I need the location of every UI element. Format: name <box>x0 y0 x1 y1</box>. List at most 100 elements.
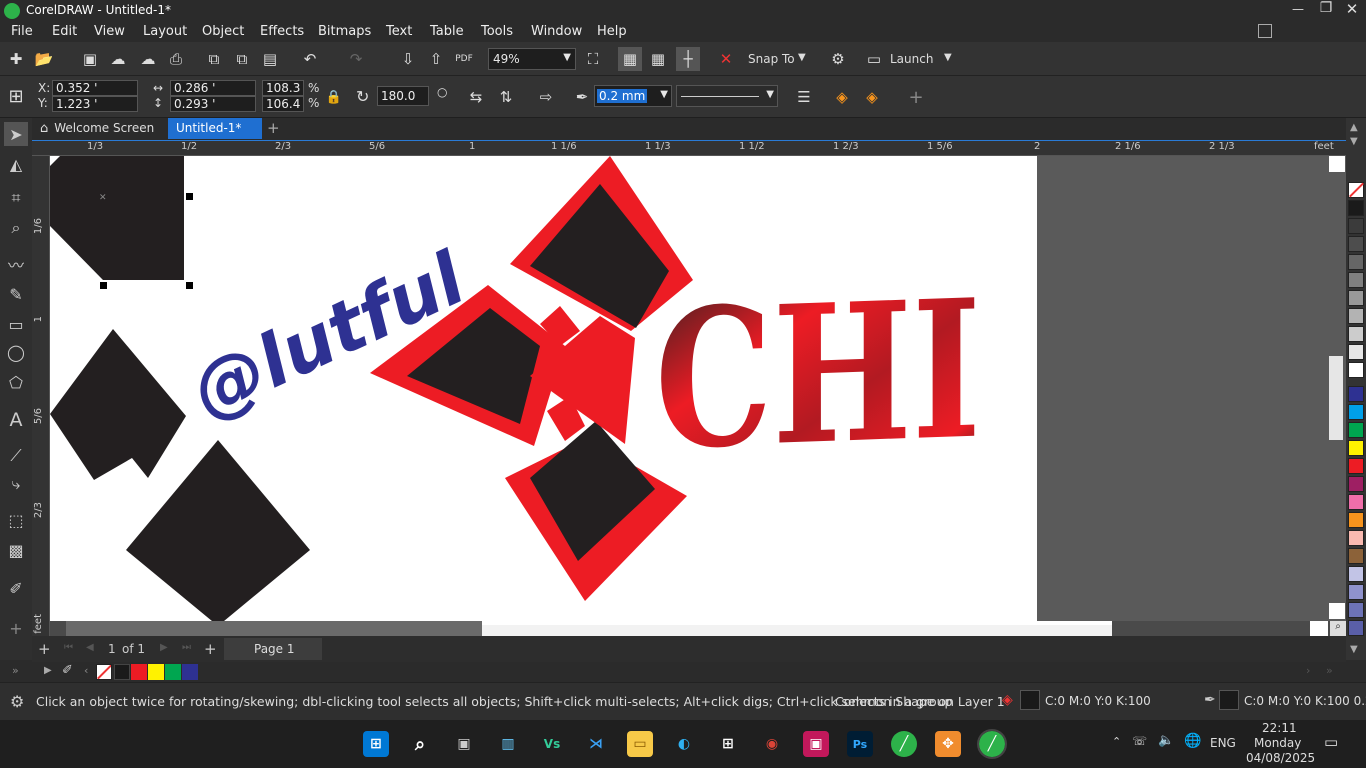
flyout-icon[interactable]: ▼ <box>1350 136 1358 147</box>
start-arrowhead-icon[interactable]: ⇨ <box>534 85 558 109</box>
zoom-tool-icon[interactable]: ⌕ <box>4 216 28 240</box>
color-swatch[interactable] <box>1348 566 1364 582</box>
language-indicator[interactable]: ENG <box>1210 736 1236 750</box>
gear-icon[interactable]: ⚙ <box>826 47 850 71</box>
show-rulers-icon[interactable]: ▦ <box>618 47 642 71</box>
new-tab-button[interactable]: + <box>262 118 284 139</box>
menu-layout[interactable]: Layout <box>143 24 187 39</box>
no-color-swatch[interactable] <box>1348 182 1364 198</box>
pick-tool-icon[interactable]: ➤ <box>4 122 28 146</box>
no-color-swatch[interactable] <box>96 664 112 680</box>
launch-dropdown-icon[interactable]: ▼ <box>944 52 952 63</box>
expand-icon[interactable]: » <box>12 664 19 677</box>
app-icon[interactable]: Vs <box>539 731 565 757</box>
color-swatch[interactable] <box>165 664 181 680</box>
color-swatch[interactable] <box>1348 620 1364 636</box>
selection-handle[interactable] <box>186 193 193 200</box>
clock-day[interactable]: Monday <box>1254 736 1301 750</box>
show-guidelines-icon[interactable]: ┼ <box>676 47 700 71</box>
color-swatch[interactable] <box>114 664 130 680</box>
rotation-field[interactable]: 180.0 <box>377 86 429 106</box>
gear-icon[interactable]: ⚙ <box>10 692 24 711</box>
close-button[interactable]: ✕ <box>1342 0 1362 18</box>
cloud-download-icon[interactable]: ☁ <box>136 47 160 71</box>
mirror-vertical-icon[interactable]: ⇅ <box>494 85 518 109</box>
horizontal-scrollbar[interactable]: ⌕ <box>50 621 1346 636</box>
chrome-icon[interactable]: ◉ <box>759 731 785 757</box>
volume-icon[interactable]: 🔈 <box>1158 733 1174 748</box>
color-swatch[interactable] <box>1348 200 1364 216</box>
add-icon[interactable]: + <box>904 85 928 109</box>
color-swatch[interactable] <box>1348 584 1364 600</box>
launch-button[interactable]: Launch <box>890 52 933 66</box>
show-grid-icon[interactable]: ▦ <box>646 47 670 71</box>
envelope-tool-icon[interactable]: ⬚ <box>4 508 28 532</box>
color-swatch[interactable] <box>131 664 147 680</box>
redo-icon[interactable]: ↷ <box>344 47 368 71</box>
y-position-field[interactable]: 1.223 ' <box>52 96 138 112</box>
menu-object[interactable]: Object <box>202 24 244 39</box>
reference-point-icon[interactable]: ⊞ <box>4 84 28 108</box>
height-field[interactable]: 0.293 ' <box>170 96 256 112</box>
clock-time[interactable]: 22:11 <box>1262 721 1297 735</box>
save-icon[interactable]: ▣ <box>78 47 102 71</box>
menu-view[interactable]: View <box>94 24 125 39</box>
network-icon[interactable]: ☏ <box>1132 734 1147 748</box>
globe-icon[interactable]: 🌐 <box>1184 733 1201 749</box>
full-screen-icon[interactable]: ⛶ <box>581 47 605 71</box>
menu-table[interactable]: Table <box>430 24 464 39</box>
task-view-icon[interactable]: ▣ <box>451 731 477 757</box>
width-field[interactable]: 0.286 ' <box>170 80 256 96</box>
outline-color-swatch[interactable] <box>1219 690 1239 710</box>
ellipse-tool-icon[interactable]: ◯ <box>4 340 28 364</box>
menu-bitmaps[interactable]: Bitmaps <box>318 24 371 39</box>
color-swatch[interactable] <box>1348 458 1364 474</box>
puzzle-app-icon[interactable]: ✥ <box>935 731 961 757</box>
first-page-icon[interactable]: ⏮ <box>64 642 73 653</box>
to-back-icon[interactable]: ◈ <box>860 85 884 109</box>
cloud-upload-icon[interactable]: ☁ <box>106 47 130 71</box>
snap-dropdown-icon[interactable]: ▼ <box>798 52 806 63</box>
microsoft-store-icon[interactable]: ⊞ <box>715 731 741 757</box>
transparency-tool-icon[interactable]: ▩ <box>4 538 28 562</box>
add-tool-icon[interactable]: + <box>4 616 28 640</box>
zoom-level-select[interactable]: 49% ▼ <box>488 48 576 70</box>
scale-x-field[interactable]: 108.3 <box>262 80 304 96</box>
restore-button[interactable]: ❐ <box>1316 0 1336 18</box>
scrollbar-thumb[interactable] <box>66 621 482 636</box>
scroll-up-icon[interactable]: ▲ <box>1350 122 1358 133</box>
cut-icon[interactable]: ⧉ <box>202 47 226 71</box>
tab-untitled-1[interactable]: Untitled-1* <box>168 118 262 139</box>
to-front-icon[interactable]: ◈ <box>830 85 854 109</box>
color-swatch[interactable] <box>1348 530 1364 546</box>
scroll-left-icon[interactable]: ‹ <box>84 664 88 677</box>
color-swatch[interactable] <box>1348 344 1364 360</box>
menu-file[interactable]: File <box>11 24 33 39</box>
photoshop-icon[interactable]: Ps <box>847 731 873 757</box>
page-tab[interactable]: Page 1 <box>224 638 322 660</box>
color-swatch[interactable] <box>1348 272 1364 288</box>
print-icon[interactable]: ⎙ <box>164 47 188 71</box>
prev-page-icon[interactable]: ◀ <box>86 642 94 653</box>
color-swatch[interactable] <box>1348 362 1364 378</box>
color-swatch[interactable] <box>1348 236 1364 252</box>
outline-pen-icon[interactable]: ✒ <box>1204 692 1216 708</box>
widgets-icon[interactable]: ▥ <box>495 731 521 757</box>
open-folder-icon[interactable]: 📂 <box>32 47 56 71</box>
copy-icon[interactable]: ⧉ <box>230 47 254 71</box>
menu-options-icon[interactable] <box>1258 24 1272 38</box>
coreldraw-taskbar-icon[interactable]: ╱ <box>977 729 1007 759</box>
import-icon[interactable]: ⇩ <box>396 47 420 71</box>
launch-icon[interactable]: ▭ <box>862 47 886 71</box>
eyedropper-tool-icon[interactable]: ✐ <box>4 576 28 600</box>
next-page-icon[interactable]: ▶ <box>160 642 168 653</box>
color-swatch[interactable] <box>1348 422 1364 438</box>
snap-off-icon[interactable]: ✕ <box>714 47 738 71</box>
crop-tool-icon[interactable]: ⌗ <box>4 186 28 210</box>
color-swatch[interactable] <box>1348 440 1364 456</box>
color-swatch[interactable] <box>1348 404 1364 420</box>
coreldraw-alt-icon[interactable]: ╱ <box>891 731 917 757</box>
menu-text[interactable]: Text <box>386 24 412 39</box>
scale-y-field[interactable]: 106.4 <box>262 96 304 112</box>
horizontal-ruler[interactable]: 1/3 1/2 2/3 5/6 1 1 1/6 1 1/3 1 1/2 1 2/… <box>32 140 1346 156</box>
